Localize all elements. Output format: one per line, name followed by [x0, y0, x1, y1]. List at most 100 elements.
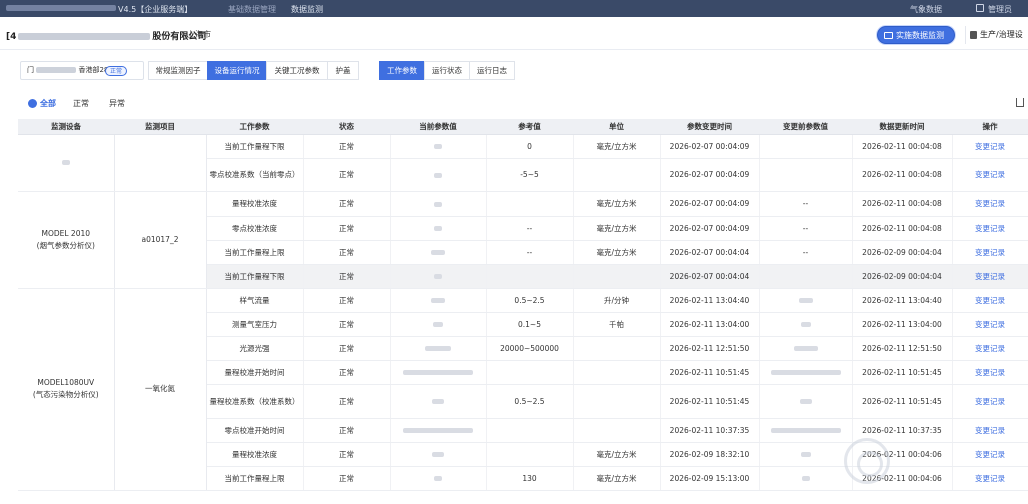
current-value-cell: [390, 418, 487, 443]
unit-cell: 毫克/立方米: [573, 134, 661, 159]
realtime-monitor-label: 实施数据监测: [896, 31, 944, 40]
param-cell: 零点校准开始时间: [206, 418, 304, 443]
ref-cell: [486, 264, 574, 289]
current-value-cell: [390, 360, 487, 385]
update-time-cell: 2026-02-11 00:04:08: [852, 216, 953, 241]
unit-cell: [573, 336, 661, 361]
subtab-run-status[interactable]: 运行状态: [424, 61, 470, 80]
change-record-link[interactable]: 变更记录: [952, 360, 1028, 385]
ref-cell: 0.1~5: [486, 312, 574, 337]
device-select-suffix: 香港部28: [78, 66, 109, 74]
device-status-badge: 正常: [104, 66, 127, 76]
filter-abnormal[interactable]: 异常: [109, 98, 125, 109]
change-record-link[interactable]: 变更记录: [952, 264, 1028, 289]
ref-cell: 0.5~2.5: [486, 288, 574, 313]
item-cell-blank: [114, 134, 207, 192]
current-value-cell: [390, 336, 487, 361]
update-time-cell: 2026-02-11 10:51:45: [852, 384, 953, 419]
change-time-cell: 2026-02-07 00:04:09: [660, 191, 760, 217]
menu-basic-data[interactable]: 基础数据管理: [228, 4, 276, 15]
update-time-cell: 2026-02-11 12:51:50: [852, 336, 953, 361]
system-title-blurred: [6, 5, 116, 11]
filter-all[interactable]: 全部: [40, 98, 56, 109]
before-value-cell: [759, 264, 853, 289]
before-value-cell: [759, 384, 853, 419]
status-cell: 正常: [303, 191, 391, 217]
tabs-row: 门 香港部28 正常 常规监测因子 设备运行情况 关键工况参数 护盖 工作参数 …: [0, 54, 1028, 88]
production-governance-button[interactable]: 生产/治理设: [965, 26, 1028, 44]
weather-data-link[interactable]: 气象数据: [910, 4, 942, 15]
param-cell: 零点校准系数（当前零点）: [206, 158, 304, 192]
change-record-link[interactable]: 变更记录: [952, 134, 1028, 159]
system-title-suffix: V4.5【企业服务端】: [118, 5, 193, 14]
status-filter-row: 全部 正常 异常: [0, 96, 1028, 112]
tab-equipment-status[interactable]: 设备运行情况: [207, 61, 267, 80]
header-change-time: 参数变更时间: [660, 119, 759, 135]
tab-key-conditions[interactable]: 关键工况参数: [266, 61, 328, 80]
device-select-blurred: [36, 67, 77, 73]
realtime-monitor-button[interactable]: 实施数据监测: [877, 26, 955, 44]
ref-cell: [486, 418, 574, 443]
param-cell: 量程校准浓度: [206, 442, 304, 467]
change-time-cell: 2026-02-07 00:04:04: [660, 240, 760, 265]
current-value-cell: [390, 191, 487, 217]
header-op: 操作: [952, 119, 1028, 135]
device-model: MODEL 2010: [41, 228, 91, 238]
device-select[interactable]: 门 香港部28 正常: [20, 61, 144, 80]
change-time-cell: 2026-02-11 10:51:45: [660, 384, 760, 419]
device-model: MODEL1080UV: [37, 378, 95, 387]
change-record-link[interactable]: 变更记录: [952, 288, 1028, 313]
subtab-run-log[interactable]: 运行日志: [469, 61, 515, 80]
before-value-cell: [759, 418, 853, 443]
status-cell: 正常: [303, 336, 391, 361]
filter-normal[interactable]: 正常: [73, 98, 89, 109]
user-name[interactable]: 管理员: [988, 4, 1012, 15]
header-update-time: 数据更新时间: [852, 119, 952, 135]
current-value-cell: [390, 442, 487, 467]
change-record-link[interactable]: 变更记录: [952, 216, 1028, 241]
change-time-cell: 2026-02-07 00:04:09: [660, 158, 760, 192]
current-value-cell: [390, 466, 487, 491]
update-time-cell: 2026-02-11 13:04:40: [852, 288, 953, 313]
export-icon[interactable]: [1016, 98, 1024, 107]
subtab-work-params[interactable]: 工作参数: [379, 61, 425, 80]
unit-cell: [573, 418, 661, 443]
change-time-cell: 2026-02-07 00:04:09: [660, 134, 760, 159]
tab-routine-factors[interactable]: 常规监测因子: [148, 61, 208, 80]
header-ref: 参考值: [486, 119, 573, 135]
update-time-cell: 2026-02-11 13:04:00: [852, 312, 953, 337]
change-record-link[interactable]: 变更记录: [952, 384, 1028, 419]
unit-cell: 毫克/立方米: [573, 216, 661, 241]
change-record-link[interactable]: 变更记录: [952, 191, 1028, 217]
unit-cell: [573, 158, 661, 192]
change-record-link[interactable]: 变更记录: [952, 158, 1028, 192]
change-record-link[interactable]: 变更记录: [952, 336, 1028, 361]
menu-data-monitoring[interactable]: 数据监测: [291, 4, 323, 15]
update-time-cell: 2026-02-11 00:04:08: [852, 191, 953, 217]
tab-cover[interactable]: 护盖: [327, 61, 359, 80]
current-value-cell: [390, 264, 487, 289]
production-governance-label: 生产/治理设: [980, 30, 1023, 39]
before-value-cell: --: [759, 191, 853, 217]
param-cell: 量程校准开始时间: [206, 360, 304, 385]
status-cell: 正常: [303, 466, 391, 491]
change-time-cell: 2026-02-11 10:51:45: [660, 360, 760, 385]
system-topbar: V4.5【企业服务端】 基础数据管理 数据监测 气象数据 管理员: [0, 0, 1028, 17]
company-name-blurred: [18, 33, 151, 40]
param-cell: 量程校准浓度: [206, 191, 304, 217]
status-cell: 正常: [303, 312, 391, 337]
current-value-cell: [390, 216, 487, 241]
update-time-cell: 2026-02-11 00:04:08: [852, 158, 953, 192]
param-cell: 当前工作量程上限: [206, 240, 304, 265]
company-name: [4 股份有限公司: [6, 29, 206, 42]
change-record-link[interactable]: 变更记录: [952, 312, 1028, 337]
company-header: [4 股份有限公司 上海市 实施数据监测 生产/治理设: [0, 18, 1028, 50]
current-value-cell: [390, 384, 487, 419]
unit-cell: 毫克/立方米: [573, 240, 661, 265]
change-record-link[interactable]: 变更记录: [952, 240, 1028, 265]
param-cell: 当前工作量程下限: [206, 264, 304, 289]
before-value-cell: --: [759, 240, 853, 265]
watermark-circle-icon: [844, 438, 890, 484]
status-cell: 正常: [303, 442, 391, 467]
device-cell: MODEL1080UV (气态污染物分析仪): [18, 288, 115, 491]
